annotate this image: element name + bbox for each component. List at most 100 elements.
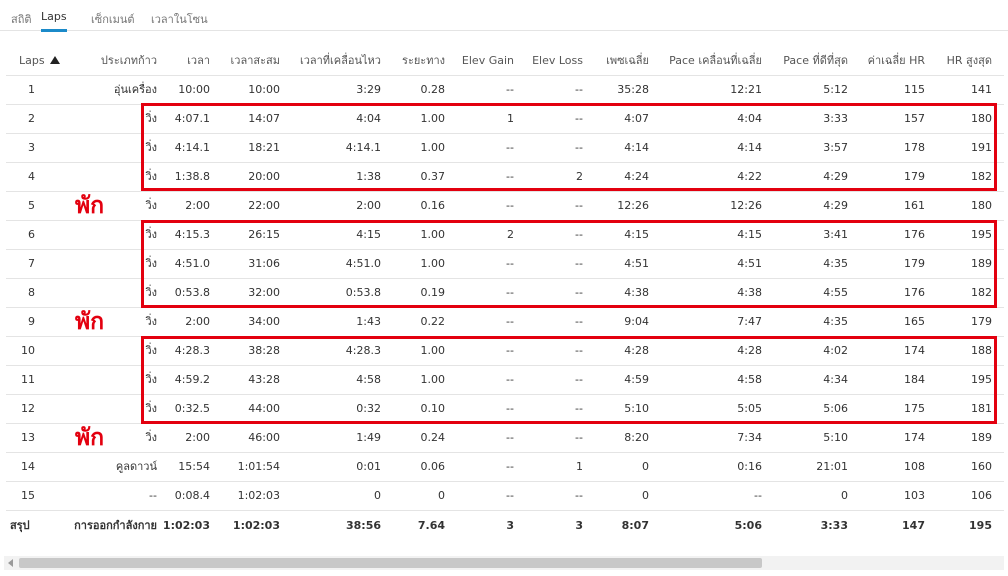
cell-step-type: วิ่ง <box>145 431 157 444</box>
column-header-distance[interactable]: ระยะทาง <box>402 54 445 68</box>
cell-elev-gain: -- <box>506 83 514 96</box>
rest-annotation: พัก <box>75 309 105 335</box>
cell-elev-gain: -- <box>506 199 514 212</box>
summary-cell-elev-loss: 3 <box>575 519 583 532</box>
column-header-elev-gain[interactable]: Elev Gain <box>462 54 514 68</box>
cell-lap: 2 <box>28 112 35 125</box>
rest-annotation: พัก <box>75 425 105 451</box>
cell-avg-pace: 0 <box>642 489 649 502</box>
cell-step-type: คูลดาวน์ <box>115 460 157 473</box>
cell-best-pace: 4:29 <box>823 199 848 212</box>
cell-elev-loss: -- <box>575 315 583 328</box>
cell-elev-loss: -- <box>575 199 583 212</box>
cell-avg-pace: 0 <box>642 460 649 473</box>
cell-distance: 0.22 <box>420 315 446 328</box>
cell-avg-hr: 161 <box>904 199 925 212</box>
cell-lap: 4 <box>28 170 35 183</box>
cell-avg-hr: 115 <box>904 83 925 96</box>
cell-lap: 3 <box>28 141 35 154</box>
cell-distance: 0.06 <box>420 460 446 473</box>
row-divider <box>6 510 1004 511</box>
highlight-box <box>141 103 997 191</box>
cell-cumulative-time: 10:00 <box>248 83 280 96</box>
row-divider <box>6 481 1004 482</box>
cell-moving-time: 0 <box>374 489 381 502</box>
column-header-step-type[interactable]: ประเภทก้าว <box>101 54 157 68</box>
cell-avg-moving-pace: 12:21 <box>730 83 762 96</box>
cell-distance: 0.24 <box>420 431 446 444</box>
cell-time: 10:00 <box>178 83 210 96</box>
summary-cell-step-type: การออกกำลังกาย <box>74 519 157 532</box>
cell-time: 15:54 <box>178 460 210 473</box>
column-header-avg-pace[interactable]: เพซเฉลี่ย <box>606 54 649 68</box>
scroll-left-icon[interactable] <box>8 559 13 567</box>
cell-step-type: วิ่ง <box>145 315 157 328</box>
rest-annotation: พัก <box>75 193 105 219</box>
cell-lap: 13 <box>21 431 35 444</box>
cell-elev-loss: 1 <box>576 460 583 473</box>
summary-cell-avg-moving-pace: 5:06 <box>734 519 762 532</box>
cell-step-type: วิ่ง <box>145 199 157 212</box>
cell-cumulative-time: 46:00 <box>248 431 280 444</box>
summary-cell-avg-hr: 147 <box>902 519 925 532</box>
cell-time: 2:00 <box>185 315 210 328</box>
summary-cell-avg-pace: 8:07 <box>621 519 649 532</box>
cell-best-pace: 21:01 <box>816 460 848 473</box>
cell-lap: 7 <box>28 257 35 270</box>
cell-avg-hr: 108 <box>904 460 925 473</box>
row-divider <box>6 452 1004 453</box>
cell-elev-loss: -- <box>575 431 583 444</box>
summary-cell-elev-gain: 3 <box>506 519 514 532</box>
column-header-best-pace[interactable]: Pace ที่ดีที่สุด <box>783 54 848 68</box>
cell-best-pace: 0 <box>841 489 848 502</box>
summary-cell-max-hr: 195 <box>969 519 992 532</box>
cell-moving-time: 1:49 <box>356 431 381 444</box>
highlight-box <box>141 336 997 424</box>
cell-distance: 0.28 <box>420 83 446 96</box>
column-header-moving-time[interactable]: เวลาที่เคลื่อนไหว <box>300 54 381 68</box>
cell-avg-pace: 9:04 <box>624 315 649 328</box>
summary-cell-time: 1:02:03 <box>162 519 210 532</box>
cell-elev-gain: -- <box>506 315 514 328</box>
cell-distance: 0 <box>438 489 445 502</box>
column-header-lap[interactable]: Laps <box>19 54 45 68</box>
cell-elev-gain: -- <box>506 460 514 473</box>
cell-moving-time: 3:29 <box>356 83 381 96</box>
cell-lap: 8 <box>28 286 35 299</box>
cell-lap: 9 <box>28 315 35 328</box>
cell-elev-loss: -- <box>575 83 583 96</box>
cell-best-pace: 5:12 <box>823 83 848 96</box>
cell-max-hr: 189 <box>971 431 992 444</box>
column-header-max-hr[interactable]: HR สูงสุด <box>947 54 992 68</box>
column-header-avg-moving-pace[interactable]: Pace เคลื่อนที่เฉลี่ย <box>669 54 762 68</box>
cell-moving-time: 2:00 <box>356 199 381 212</box>
cell-lap: 1 <box>28 83 35 96</box>
cell-moving-time: 0:01 <box>356 460 381 473</box>
cell-lap: 10 <box>21 344 35 357</box>
cell-avg-hr: 103 <box>904 489 925 502</box>
cell-avg-moving-pace: 7:47 <box>737 315 762 328</box>
cell-avg-pace: 35:28 <box>617 83 649 96</box>
cell-time: 0:08.4 <box>174 489 210 502</box>
column-header-time[interactable]: เวลา <box>187 54 210 68</box>
highlight-box <box>141 220 997 308</box>
scrollbar-thumb[interactable] <box>19 558 762 568</box>
cell-avg-hr: 174 <box>904 431 925 444</box>
cell-max-hr: 179 <box>971 315 992 328</box>
cell-lap: 5 <box>28 199 35 212</box>
cell-max-hr: 180 <box>971 199 992 212</box>
sort-up-icon[interactable] <box>50 56 60 64</box>
cell-lap: 6 <box>28 228 35 241</box>
cell-lap: 12 <box>21 402 35 415</box>
cell-time: 2:00 <box>185 431 210 444</box>
cell-elev-gain: -- <box>506 431 514 444</box>
column-header-elev-loss[interactable]: Elev Loss <box>532 54 583 68</box>
summary-cell-best-pace: 3:33 <box>820 519 848 532</box>
cell-elev-gain: -- <box>506 489 514 502</box>
column-header-avg-hr[interactable]: ค่าเฉลี่ย HR <box>868 54 925 68</box>
column-header-cumulative-time[interactable]: เวลาสะสม <box>231 54 280 68</box>
cell-time: 2:00 <box>185 199 210 212</box>
cell-max-hr: 141 <box>971 83 992 96</box>
cell-moving-time: 1:43 <box>356 315 381 328</box>
cell-avg-moving-pace: -- <box>754 489 762 502</box>
